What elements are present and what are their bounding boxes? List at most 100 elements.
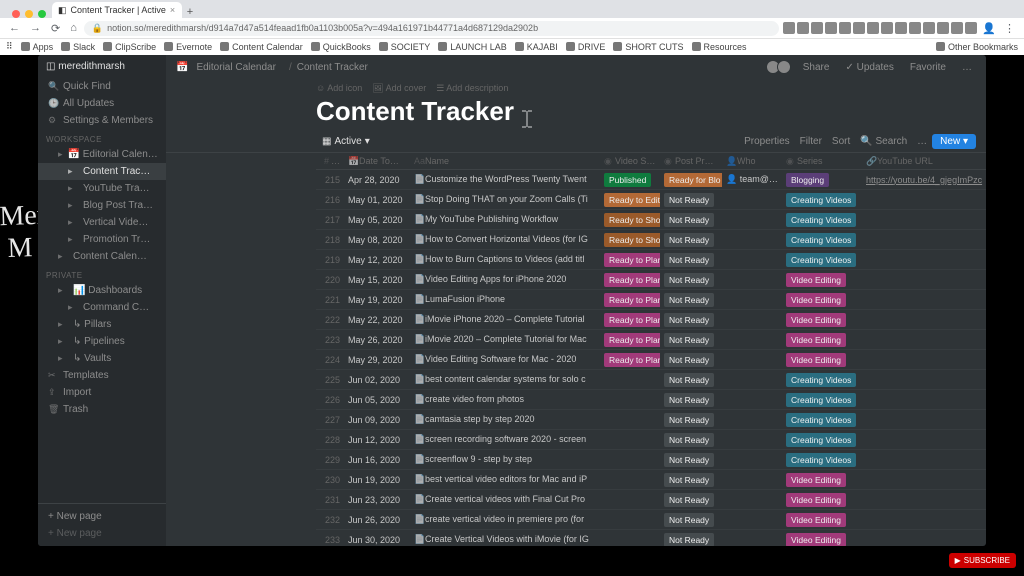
cell[interactable]: Not Ready <box>660 330 722 350</box>
breadcrumb-item[interactable]: Content Tracker <box>284 62 368 73</box>
extension-icon[interactable] <box>923 22 935 34</box>
cell[interactable]: Creating Videos <box>782 430 862 450</box>
properties-button[interactable]: Properties <box>739 134 795 149</box>
cell[interactable]: May 15, 2020 <box>344 270 410 290</box>
cell[interactable]: 224 <box>316 350 344 370</box>
cell[interactable]: Jun 05, 2020 <box>344 390 410 410</box>
cell[interactable] <box>722 470 782 490</box>
cell[interactable]: Not Ready <box>660 270 722 290</box>
minimize-window-icon[interactable] <box>25 10 33 18</box>
cell[interactable]: 📄Stop Doing THAT on your Zoom Calls (Ti <box>410 190 600 210</box>
sidebar-page-item[interactable]: ▸Content Trac… <box>38 163 166 180</box>
add-cover-button[interactable]: 🖼 Add cover <box>372 83 426 94</box>
cell[interactable]: 📄Video Editing Apps for iPhone 2020 <box>410 270 600 290</box>
cell[interactable]: Not Ready <box>660 230 722 250</box>
cell[interactable]: Creating Videos <box>782 230 862 250</box>
cell[interactable]: Not Ready <box>660 410 722 430</box>
table-row[interactable]: 215Apr 28, 2020📄Customize the WordPress … <box>316 170 986 190</box>
table-row[interactable]: 219May 12, 2020📄How to Burn Captions to … <box>316 250 986 270</box>
cell[interactable] <box>722 390 782 410</box>
cell[interactable]: Ready to Edit <box>600 190 660 210</box>
favorite-button[interactable]: Favorite <box>906 60 950 75</box>
home-button[interactable]: ⌂ <box>67 22 80 34</box>
cell[interactable]: 📄LumaFusion iPhone <box>410 290 600 310</box>
bookmark-item[interactable]: Content Calendar <box>220 42 303 52</box>
cell[interactable]: Video Editing <box>782 510 862 530</box>
cell[interactable] <box>722 370 782 390</box>
cell[interactable]: Not Ready <box>660 510 722 530</box>
table-row[interactable]: 218May 08, 2020📄How to Convert Horizonta… <box>316 230 986 250</box>
cell[interactable]: Not Ready <box>660 250 722 270</box>
sort-button[interactable]: Sort <box>827 134 855 149</box>
cell[interactable]: Creating Videos <box>782 250 862 270</box>
cell[interactable] <box>600 390 660 410</box>
back-button[interactable]: ← <box>6 22 23 34</box>
cell[interactable]: Creating Videos <box>782 210 862 230</box>
extension-icon[interactable] <box>797 22 809 34</box>
cell[interactable] <box>862 390 986 410</box>
cell[interactable]: Jun 26, 2020 <box>344 510 410 530</box>
cell[interactable]: Ready to Plan <box>600 290 660 310</box>
table-row[interactable]: 216May 01, 2020📄Stop Doing THAT on your … <box>316 190 986 210</box>
cell[interactable]: Not Ready <box>660 290 722 310</box>
cell[interactable]: Ready to Plan <box>600 310 660 330</box>
cell[interactable] <box>722 310 782 330</box>
table-row[interactable]: 230Jun 19, 2020📄best vertical video edit… <box>316 470 986 490</box>
maximize-window-icon[interactable] <box>38 10 46 18</box>
table-row[interactable]: 225Jun 02, 2020📄best content calendar sy… <box>316 370 986 390</box>
cell[interactable] <box>722 190 782 210</box>
cell[interactable]: 229 <box>316 450 344 470</box>
new-row-button[interactable]: New ▾ <box>932 134 976 149</box>
bookmark-item[interactable]: KAJABI <box>515 42 558 52</box>
bookmark-item[interactable]: QuickBooks <box>311 42 371 52</box>
bookmark-item[interactable]: SOCIETY <box>379 42 431 52</box>
cell[interactable] <box>862 510 986 530</box>
cell[interactable]: 📄screenflow 9 - step by step <box>410 450 600 470</box>
cell[interactable]: 219 <box>316 250 344 270</box>
bookmark-item[interactable]: Resources <box>692 42 747 52</box>
cell[interactable] <box>862 430 986 450</box>
cell[interactable] <box>600 430 660 450</box>
table-row[interactable]: 227Jun 09, 2020📄camtasia step by step 20… <box>316 410 986 430</box>
sidebar-trash[interactable]: 🗑Trash <box>38 401 166 418</box>
cell[interactable] <box>862 270 986 290</box>
cell[interactable]: Not Ready <box>660 470 722 490</box>
cell[interactable] <box>722 510 782 530</box>
cell[interactable]: Video Editing <box>782 310 862 330</box>
apps-button[interactable]: ⠿ <box>6 41 13 52</box>
cell[interactable] <box>600 370 660 390</box>
column-header[interactable]: ◉Video S… <box>600 153 660 170</box>
extension-icon[interactable] <box>853 22 865 34</box>
cell[interactable] <box>722 530 782 547</box>
table-row[interactable]: 224May 29, 2020📄Video Editing Software f… <box>316 350 986 370</box>
bookmark-item[interactable]: LAUNCH LAB <box>438 42 507 52</box>
close-window-icon[interactable] <box>12 10 20 18</box>
cell[interactable]: Ready for Blo <box>660 170 722 190</box>
cell[interactable]: 📄iMovie 2020 – Complete Tutorial for Mac <box>410 330 600 350</box>
cell[interactable]: 📄Video Editing Software for Mac - 2020 <box>410 350 600 370</box>
database-table[interactable]: #Topic #📅Date To…AaName◉Video S…◉Post Pr… <box>166 153 986 546</box>
cell[interactable]: Video Editing <box>782 530 862 547</box>
cell[interactable]: Video Editing <box>782 350 862 370</box>
cell[interactable]: Video Editing <box>782 290 862 310</box>
cell[interactable]: Not Ready <box>660 390 722 410</box>
cell[interactable] <box>600 450 660 470</box>
cell[interactable]: https://youtu.be/4_gjegImPzc <box>862 170 986 190</box>
cell[interactable]: 222 <box>316 310 344 330</box>
bookmark-item[interactable]: SHORT CUTS <box>613 42 683 52</box>
sidebar-page-item[interactable]: ▸ ↳ Pipelines <box>38 333 166 350</box>
cell[interactable]: Jun 09, 2020 <box>344 410 410 430</box>
workspace-switcher[interactable]: ◫ meredithmarsh <box>38 55 166 78</box>
cell[interactable]: Video Editing <box>782 270 862 290</box>
cell[interactable]: 218 <box>316 230 344 250</box>
cell[interactable]: May 26, 2020 <box>344 330 410 350</box>
cell[interactable]: 233 <box>316 530 344 547</box>
cell[interactable]: Not Ready <box>660 370 722 390</box>
sidebar-quick-item[interactable]: ⚙Settings & Members <box>38 112 166 129</box>
extension-icon[interactable] <box>881 22 893 34</box>
cell[interactable]: 225 <box>316 370 344 390</box>
search-button[interactable]: 🔍 Search <box>855 134 912 149</box>
cell[interactable]: 215 <box>316 170 344 190</box>
cell[interactable] <box>600 470 660 490</box>
cell[interactable]: 226 <box>316 390 344 410</box>
